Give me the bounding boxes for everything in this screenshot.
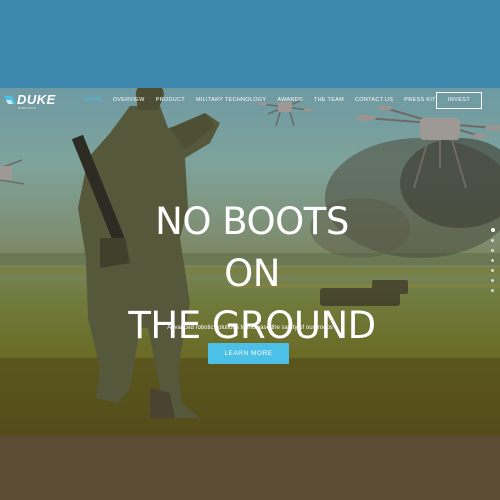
nav-item-press-kit[interactable]: PRESS KIT [404, 97, 435, 107]
slide-dot-4[interactable] [491, 259, 494, 262]
invest-button[interactable]: INVEST [436, 92, 482, 109]
top-band [0, 0, 500, 88]
brand-logo[interactable]: DUKE ROBOTICS [4, 92, 56, 112]
nav-item-contact-us[interactable]: CONTACT US [355, 97, 393, 107]
slide-dot-2[interactable] [491, 239, 494, 242]
brand-tagline: ROBOTICS [18, 106, 37, 110]
logo-wing-icon [4, 96, 16, 104]
hero-headline-line-1: NO BOOTS ON [155, 200, 349, 295]
slide-dot-6[interactable] [491, 279, 494, 282]
slide-dot-1[interactable] [491, 228, 495, 232]
learn-more-button[interactable]: LEARN MORE [208, 343, 289, 364]
slide-dot-7[interactable] [491, 289, 494, 292]
slide-indicators [491, 228, 497, 299]
bottom-band [0, 436, 500, 500]
nav-links: HOME OVERVIEW PRODUCT MILITARY TECHNOLOG… [84, 97, 436, 107]
nav-item-overview[interactable]: OVERVIEW [113, 97, 145, 107]
drone-left [0, 159, 25, 185]
nav-item-product[interactable]: PRODUCT [156, 97, 185, 107]
hero-subtext: Advanced robotic solutions to increase t… [167, 325, 333, 331]
nav-item-military-technology[interactable]: MILITARY TECHNOLOGY [196, 97, 266, 107]
hero-section: DUKE ROBOTICS HOME OVERVIEW PRODUCT MILI… [0, 88, 500, 436]
slide-dot-3[interactable] [491, 249, 494, 252]
nav-item-home[interactable]: HOME [84, 97, 102, 107]
nav-item-awards[interactable]: AWARDS [277, 97, 303, 107]
navbar: DUKE ROBOTICS HOME OVERVIEW PRODUCT MILI… [0, 88, 500, 116]
slide-dot-5[interactable] [491, 269, 494, 272]
nav-item-the-team[interactable]: THE TEAM [314, 97, 344, 107]
brand-name: DUKE [17, 92, 56, 107]
